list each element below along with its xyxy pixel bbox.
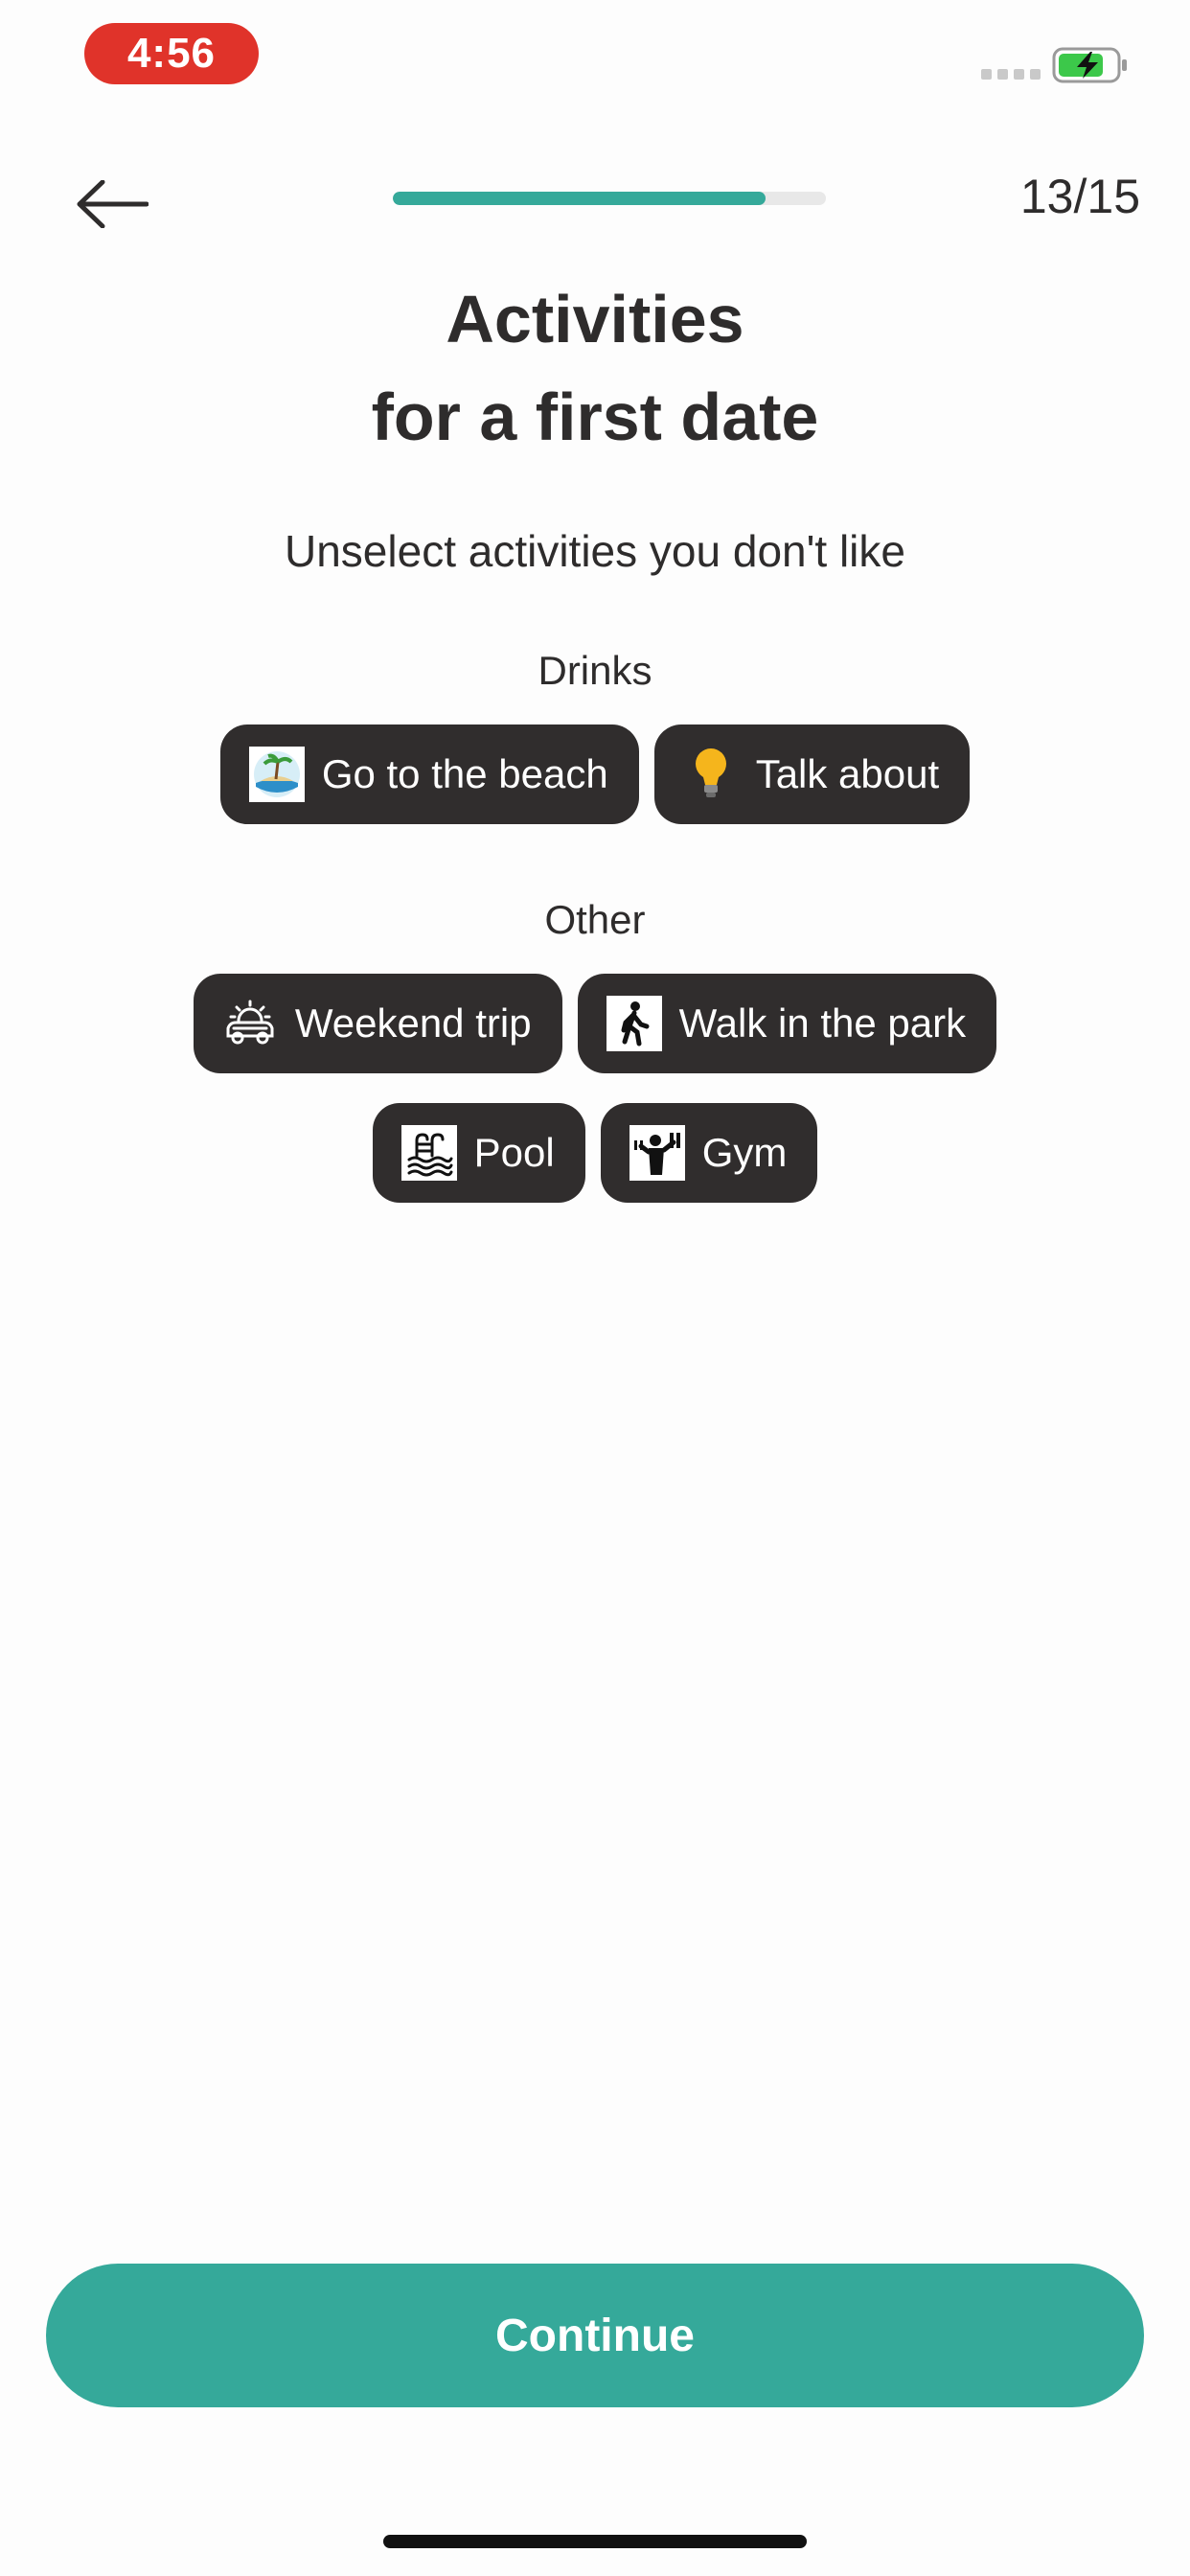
chip-row-other-2: Pool Gym: [0, 1103, 1190, 1203]
status-bar: 4:56: [0, 0, 1190, 115]
back-button[interactable]: [69, 161, 155, 247]
walking-person-icon: [606, 996, 662, 1051]
chip-label: Pool: [473, 1130, 555, 1175]
activity-chip-walk-in-the-park[interactable]: Walk in the park: [577, 974, 997, 1073]
chip-label: Gym: [701, 1130, 788, 1175]
car-sunrise-icon: [222, 996, 278, 1051]
chip-row-drinks: Go to the beach Talk about: [0, 724, 1190, 824]
continue-button[interactable]: Continue: [46, 2264, 1144, 2407]
progress-bar: [393, 192, 826, 205]
page-title-line: for a first date: [371, 380, 819, 454]
activity-chip-weekend-trip[interactable]: Weekend trip: [193, 974, 562, 1073]
section-label-other: Other: [544, 897, 646, 942]
lightbulb-icon: [683, 747, 739, 802]
chip-row-other-1: Weekend trip Walk in the park: [0, 974, 1190, 1073]
beach-icon: [248, 747, 305, 802]
signal-icon: [981, 69, 1041, 80]
battery-charging-icon: [1052, 47, 1127, 83]
status-time: 4:56: [84, 23, 259, 84]
page-title: Activities for a first date: [0, 270, 1190, 466]
progress-fill: [393, 192, 766, 205]
activity-chip-pool[interactable]: Pool: [372, 1103, 585, 1203]
section-label-drinks: Drinks: [538, 648, 652, 693]
top-nav: 13/15: [0, 153, 1190, 240]
activity-chip-go-to-the-beach[interactable]: Go to the beach: [219, 724, 639, 824]
page-title-line: Activities: [446, 282, 744, 356]
chip-label: Talk about: [755, 751, 940, 796]
activity-chip-gym[interactable]: Gym: [600, 1103, 818, 1203]
home-indicator: [383, 2535, 807, 2548]
chip-label: Go to the beach: [321, 751, 608, 796]
pool-icon: [400, 1125, 457, 1181]
activity-chip-talk-about[interactable]: Talk about: [653, 724, 971, 824]
step-counter: 13/15: [1019, 170, 1140, 223]
page-subtitle: Unselect activities you don't like: [285, 526, 905, 576]
chip-label: Walk in the park: [678, 1000, 967, 1046]
chip-label: Weekend trip: [294, 1000, 532, 1046]
weightlifter-icon: [629, 1125, 685, 1181]
arrow-left-icon: [77, 180, 149, 228]
